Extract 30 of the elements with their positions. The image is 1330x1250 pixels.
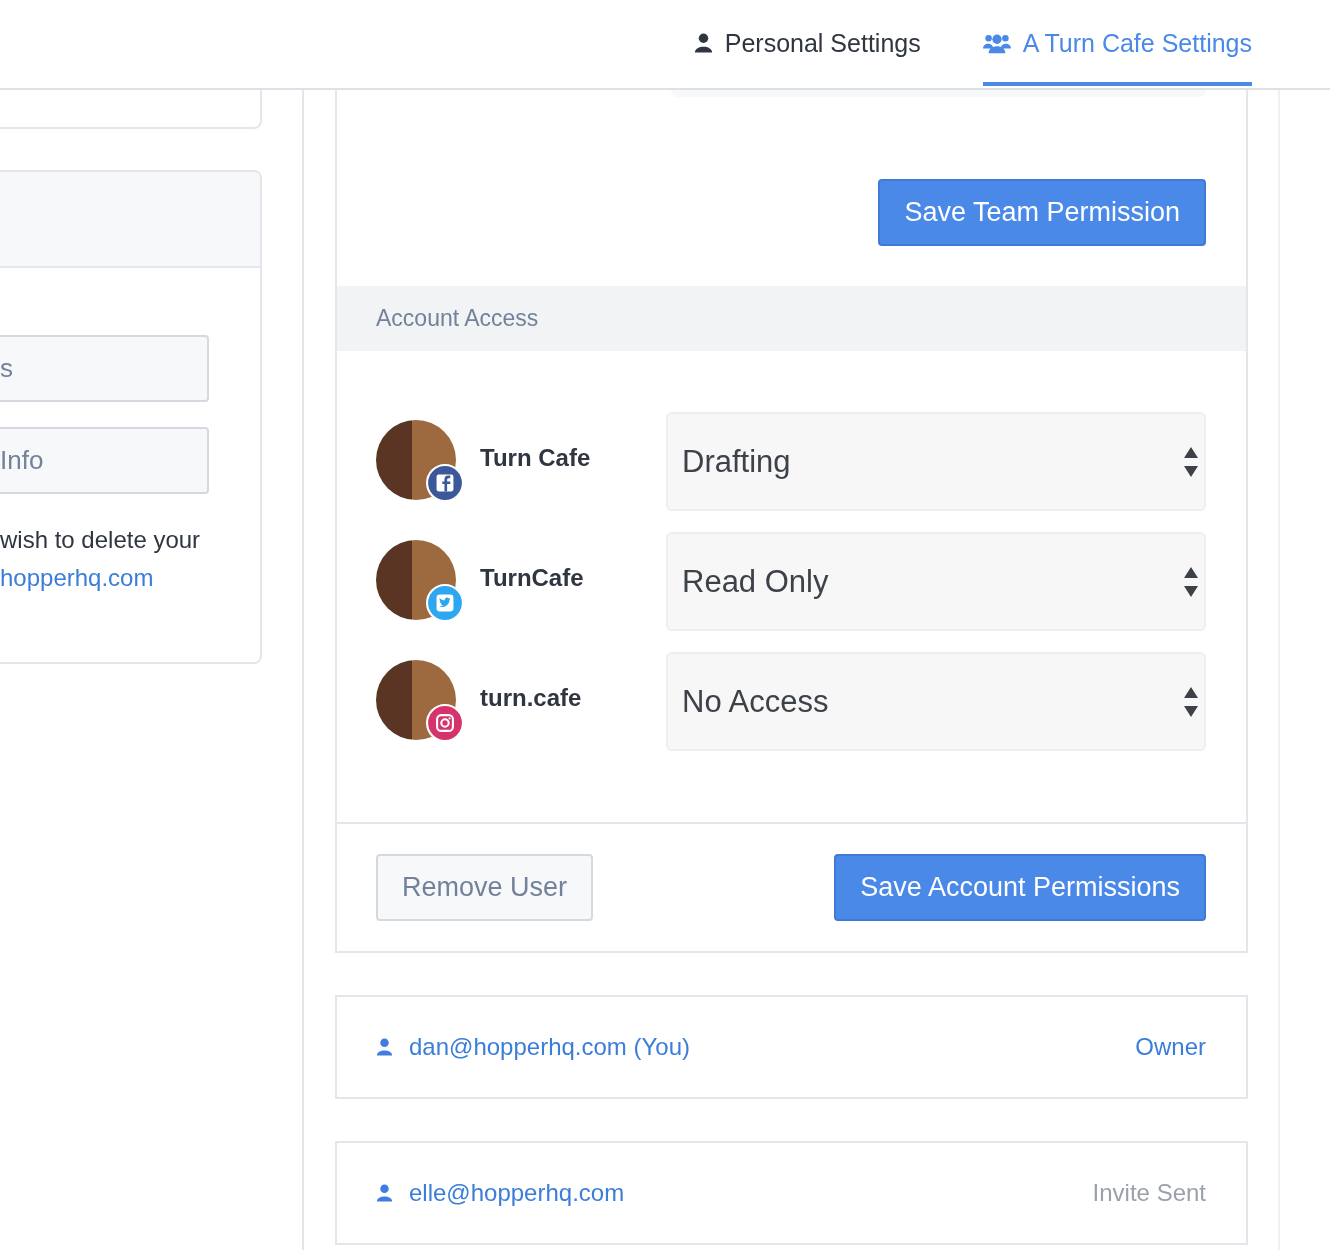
user-icon — [693, 32, 713, 54]
user-icon — [376, 1037, 393, 1057]
settings-button[interactable]: Info — [0, 427, 209, 494]
user-email-link[interactable]: dan@hopperhq.com (You) — [409, 1033, 1136, 1061]
settings-button[interactable]: s — [0, 335, 209, 402]
user-icon — [376, 1183, 393, 1203]
camera-logo-icon — [426, 704, 464, 742]
account-name: Turn Cafe — [480, 444, 592, 472]
sort-arrows-icon — [1184, 566, 1198, 597]
f-logo-icon — [426, 464, 464, 502]
user-role: Invite Sent — [1092, 1179, 1206, 1207]
sort-arrows-icon — [1184, 686, 1198, 717]
remove-user-button[interactable]: Remove User — [376, 854, 594, 921]
account-name: turn.cafe — [480, 684, 583, 712]
section-title: Account Access — [376, 305, 539, 332]
delete-account-text: wish to delete your — [0, 525, 201, 555]
user-role: Owner — [1135, 1033, 1206, 1061]
permission-select[interactable]: Read Only — [666, 532, 1206, 631]
settings-tab[interactable]: Personal Settings — [693, 0, 921, 86]
sort-arrows-icon — [1184, 446, 1198, 477]
save-team-permission-button[interactable]: Save Team Permission — [878, 179, 1206, 246]
bird-logo-icon — [426, 584, 464, 622]
email-link[interactable]: hopperhq.com — [0, 559, 154, 597]
user-email-link[interactable]: elle@hopperhq.com — [409, 1179, 1093, 1207]
account-name: TurnCafe — [480, 564, 585, 592]
save-account-permissions-button[interactable]: Save Account Permissions — [834, 854, 1206, 921]
settings-tab[interactable]: A Turn Cafe Settings — [982, 0, 1252, 86]
permission-select[interactable]: Drafting — [666, 412, 1206, 511]
permission-select[interactable]: No Access — [666, 652, 1206, 751]
users-icon — [982, 32, 1011, 54]
